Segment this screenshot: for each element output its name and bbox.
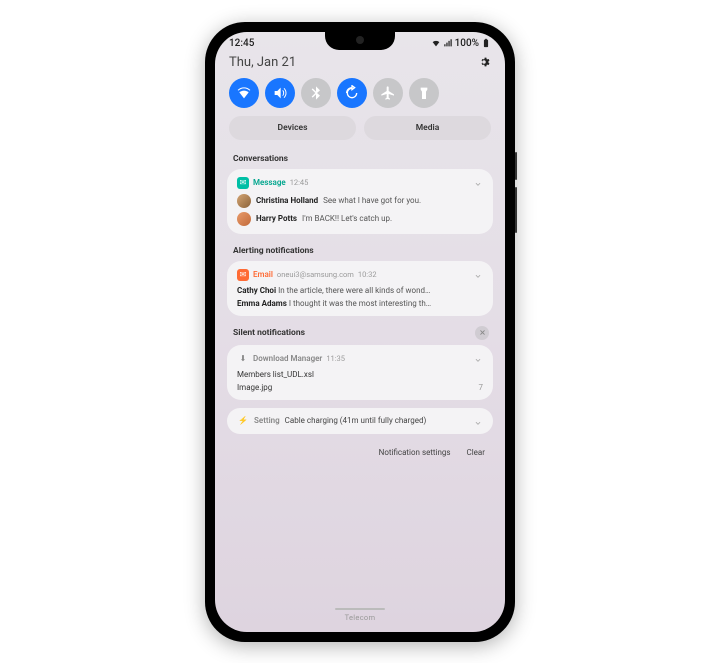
side-button-2[interactable] <box>515 187 517 233</box>
chevron-down-icon[interactable] <box>473 271 483 281</box>
conversations-time: 12:45 <box>290 178 309 187</box>
chevron-down-icon[interactable] <box>473 355 483 365</box>
sender-name: Harry Potts <box>256 214 297 223</box>
qs-airplane[interactable] <box>373 78 403 108</box>
chevron-down-icon[interactable] <box>473 179 483 189</box>
qs-sound[interactable] <box>265 78 295 108</box>
download-file: Members list_UDL.xsl <box>237 370 483 379</box>
download-file: Image.jpg <box>237 383 272 392</box>
qs-bluetooth[interactable] <box>301 78 331 108</box>
gear-icon[interactable] <box>477 55 491 69</box>
clear-button[interactable]: Clear <box>467 448 485 457</box>
status-time: 12:45 <box>229 38 254 49</box>
qs-rotate[interactable] <box>337 78 367 108</box>
download-app-icon: ⬇ <box>237 353 249 365</box>
conversations-header: ✉ Message 12:45 <box>237 177 483 189</box>
download-app-name: Download Manager <box>253 354 322 363</box>
wifi-status-icon <box>431 38 441 48</box>
status-icons: 100% <box>431 38 491 49</box>
pill-row: Devices Media <box>215 116 505 150</box>
nav-handle[interactable] <box>335 608 385 610</box>
conversations-card[interactable]: ✉ Message 12:45 Christina Holland See wh… <box>227 169 493 234</box>
alerting-label: Alerting notifications <box>215 242 505 261</box>
alerting-header: ✉ Email oneui3@samsung.com 10:32 <box>237 269 483 281</box>
download-header: ⬇ Download Manager 11:35 <box>237 353 483 365</box>
dismiss-silent-button[interactable] <box>475 326 489 340</box>
download-card[interactable]: ⬇ Download Manager 11:35 Members list_UD… <box>227 345 493 400</box>
setting-app-name: Setting <box>254 416 280 425</box>
silent-label: Silent notifications <box>233 328 305 338</box>
message-app-icon: ✉ <box>237 177 249 189</box>
silent-header: Silent notifications <box>215 324 505 345</box>
status-bar: 12:45 100% <box>215 32 505 51</box>
qs-wifi[interactable] <box>229 78 259 108</box>
conversation-item[interactable]: Harry Potts I'm BACK!! Let's catch up. <box>237 212 483 226</box>
sender-name: Emma Adams <box>237 299 287 308</box>
wifi-icon <box>236 85 252 101</box>
chevron-down-icon[interactable] <box>473 418 483 428</box>
email-app-name: Email <box>253 270 273 279</box>
email-from: oneui3@samsung.com <box>277 270 354 279</box>
download-count: 7 <box>479 383 484 392</box>
alerting-card[interactable]: ✉ Email oneui3@samsung.com 10:32 Cathy C… <box>227 261 493 316</box>
bolt-icon: ⚡ <box>237 415 249 427</box>
charging-row: ⚡ Setting Cable charging (41m until full… <box>237 415 483 427</box>
flashlight-icon <box>416 85 432 101</box>
date-row: Thu, Jan 21 <box>215 51 505 76</box>
sender-name: Christina Holland <box>256 196 318 205</box>
avatar <box>237 194 251 208</box>
sound-icon <box>272 85 288 101</box>
email-item[interactable]: Emma Adams I thought it was the most int… <box>237 299 483 308</box>
screen: 12:45 100% Thu, Jan 21 Devices Media Con… <box>215 32 505 632</box>
date-label: Thu, Jan 21 <box>229 55 296 70</box>
conversations-label: Conversations <box>215 150 505 169</box>
battery-percent: 100% <box>455 38 479 49</box>
email-app-icon: ✉ <box>237 269 249 281</box>
rotate-icon <box>344 85 360 101</box>
media-pill[interactable]: Media <box>364 116 491 140</box>
battery-icon <box>481 38 491 48</box>
email-preview: I thought it was the most interesting th… <box>289 299 431 308</box>
avatar <box>237 212 251 226</box>
footer-row: Notification settings Clear <box>215 442 505 463</box>
qs-flashlight[interactable] <box>409 78 439 108</box>
email-time: 10:32 <box>358 270 377 279</box>
download-time: 11:35 <box>326 354 345 363</box>
bluetooth-icon <box>308 85 324 101</box>
airplane-icon <box>380 85 396 101</box>
signal-status-icon <box>443 38 453 48</box>
conversation-item[interactable]: Christina Holland See what I have got fo… <box>237 194 483 208</box>
download-file-row: Image.jpg 7 <box>237 383 483 392</box>
message-app-name: Message <box>253 178 286 187</box>
carrier-label: Telecom <box>215 613 505 622</box>
message-preview: I'm BACK!! Let's catch up. <box>302 214 392 223</box>
notification-settings-link[interactable]: Notification settings <box>379 448 451 457</box>
quick-settings-row <box>215 76 505 116</box>
sender-name: Cathy Choi <box>237 286 276 295</box>
email-item[interactable]: Cathy Choi In the article, there were al… <box>237 286 483 295</box>
setting-card[interactable]: ⚡ Setting Cable charging (41m until full… <box>227 408 493 434</box>
devices-pill[interactable]: Devices <box>229 116 356 140</box>
phone-frame: 12:45 100% Thu, Jan 21 Devices Media Con… <box>205 22 515 642</box>
charging-text: Cable charging (41m until fully charged) <box>285 416 427 425</box>
close-icon <box>479 329 486 336</box>
message-preview: See what I have got for you. <box>323 196 421 205</box>
email-preview: In the article, there were all kinds of … <box>278 286 430 295</box>
side-button-1[interactable] <box>515 152 517 180</box>
